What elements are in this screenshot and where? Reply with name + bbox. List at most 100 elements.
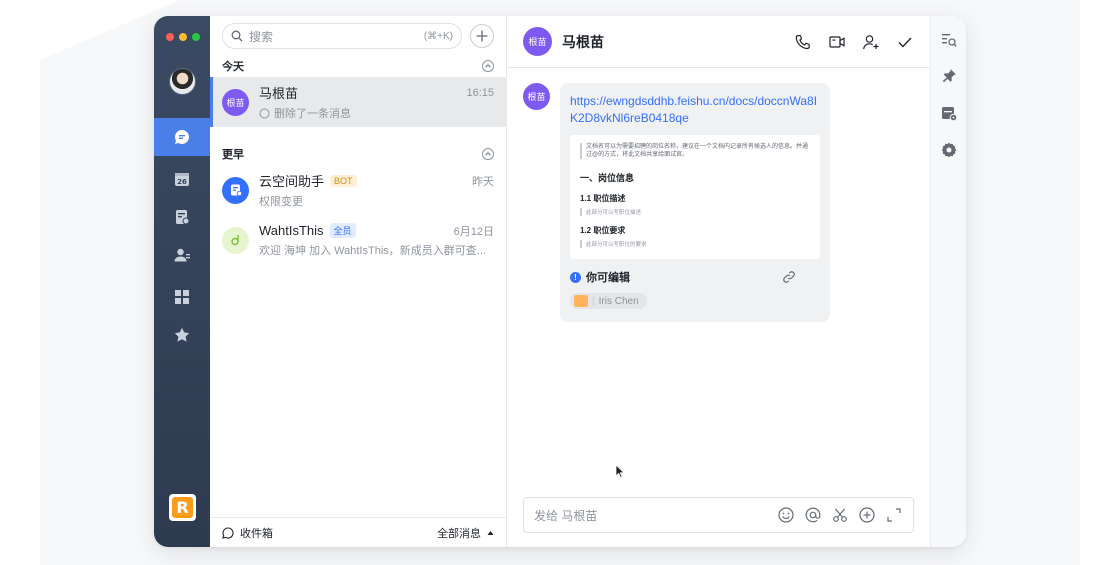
chat-name-wrap: WahtIsThis 全员 <box>259 223 356 238</box>
caret-up-icon <box>487 530 494 535</box>
chat-preview: 删除了一条消息 <box>274 108 351 120</box>
owner-divider: | <box>592 295 595 307</box>
header-actions <box>794 33 914 51</box>
new-chat-button[interactable] <box>470 24 494 48</box>
doc-heading-2b: 1.2 职位要求 <box>580 226 626 235</box>
video-icon[interactable] <box>828 33 846 51</box>
info-icon: ! <box>570 271 581 283</box>
message-composer[interactable]: 发给 马根苗 <box>523 497 914 533</box>
contacts-icon <box>174 248 190 262</box>
rail-apps-button[interactable] <box>154 278 210 316</box>
add-member-icon[interactable] <box>862 33 880 51</box>
emoji-icon[interactable] <box>777 506 795 524</box>
phone-icon[interactable] <box>794 33 812 51</box>
logo-mark-icon: R <box>172 497 193 518</box>
owner-avatar-icon <box>574 295 588 307</box>
section-today: 今天 <box>222 57 494 75</box>
doc-link[interactable]: https://ewngdsddhb.feishu.cn/docs/doccnW… <box>570 93 820 127</box>
search-placeholder: 搜索 <box>249 29 274 44</box>
composer-actions <box>777 506 903 524</box>
calendar-icon: 26 <box>175 173 189 186</box>
owner-chip[interactable]: | Iris Chen <box>570 293 647 309</box>
collapse-earlier-button[interactable] <box>482 148 494 160</box>
rail-contacts-button[interactable] <box>154 236 210 274</box>
composer-placeholder: 发给 马根苗 <box>534 508 598 523</box>
doc-paragraph-a: 此部分可以写职位描述 <box>580 208 810 216</box>
pin-icon[interactable] <box>940 67 958 85</box>
doc-paragraph-b: 此部分可以写职位的要求 <box>580 240 810 248</box>
section-earlier-label: 更早 <box>222 149 244 161</box>
rail-favorites-button[interactable] <box>154 316 210 354</box>
doc-preview-card[interactable]: 文档名可以为需要招聘的岗位名称，建议在一个文档内记录所有候选人的信息。并通过@的… <box>570 135 820 259</box>
inbox-chat-icon <box>222 526 234 539</box>
inbox-button[interactable]: 收件箱 <box>222 525 273 541</box>
window-controls <box>166 33 200 41</box>
scissors-icon[interactable] <box>831 506 849 524</box>
doc-footer: ! 你可编辑 <box>570 269 820 285</box>
message-item: 根苗 https://ewngdsddhb.feishu.cn/docs/doc… <box>523 83 830 322</box>
chat-main: 马根苗 16:15 删除了一条消息 <box>259 83 494 121</box>
user-avatar[interactable] <box>169 68 196 95</box>
chat-top: WahtIsThis 全员 6月12日 <box>259 223 494 239</box>
doc-note: 文档名可以为需要招聘的岗位名称，建议在一个文档内记录所有候选人的信息。并通过@的… <box>580 143 810 159</box>
chat-preview: 欢迎 海坤 加入 WahtIsThis，新成员入群可查... <box>259 244 486 257</box>
chat-name-wrap: 云空间助手 BOT <box>259 171 357 190</box>
maximize-window-button[interactable] <box>192 33 200 41</box>
chat-main: WahtIsThis 全员 6月12日 欢迎 海坤 加入 WahtIsThis，… <box>259 223 494 258</box>
section-today-label: 今天 <box>222 61 244 73</box>
search-row: 搜索 (⌘+K) <box>222 23 494 49</box>
chat-row-0[interactable]: 根苗 马根苗 16:15 删除了一条消息 <box>210 77 506 127</box>
rail-docs-button[interactable] <box>154 198 210 236</box>
minimize-window-button[interactable] <box>179 33 187 41</box>
chat-name: WahtIsThis <box>259 223 324 238</box>
rail-chat-button[interactable] <box>154 118 210 156</box>
star-icon <box>174 327 190 342</box>
chat-row-2[interactable]: WahtIsThis 全员 6月12日 欢迎 海坤 加入 WahtIsThis，… <box>210 215 506 265</box>
calendar-settings-icon[interactable] <box>940 104 958 122</box>
chat-time: 16:15 <box>466 86 494 99</box>
chat-preview-row: 欢迎 海坤 加入 WahtIsThis，新成员入群可查... <box>259 242 494 258</box>
chat-preview-row: 删除了一条消息 <box>259 105 494 121</box>
conversation-title: 马根苗 <box>562 33 604 50</box>
rail-calendar-button[interactable]: 26 <box>154 160 210 198</box>
search-input[interactable]: 搜索 (⌘+K) <box>222 23 462 49</box>
doc-heading-2a: 1.1 职位描述 <box>580 194 626 203</box>
chat-avatar <box>222 226 249 254</box>
search-list-icon[interactable] <box>940 31 958 49</box>
app-logo[interactable]: R <box>169 494 196 521</box>
docs-icon <box>176 210 190 225</box>
chevron-up-icon <box>485 152 491 156</box>
check-icon[interactable] <box>896 33 914 51</box>
chat-top: 马根苗 16:15 <box>259 83 494 102</box>
group-logo-icon <box>230 235 239 246</box>
permission-indicator[interactable]: ! 你可编辑 <box>570 269 630 285</box>
message-bubble: https://ewngdsddhb.feishu.cn/docs/doccnW… <box>560 83 830 322</box>
list-footer: 收件箱 全部消息 <box>210 517 506 547</box>
all-members-badge: 全员 <box>329 223 356 238</box>
chat-time: 昨天 <box>472 175 494 188</box>
chat-avatar <box>222 176 249 204</box>
sender-avatar[interactable]: 根苗 <box>523 83 550 110</box>
chat-time: 6月12日 <box>453 225 494 238</box>
link-icon[interactable] <box>782 270 796 284</box>
chat-row-1[interactable]: 云空间助手 BOT 昨天 权限变更 <box>210 165 506 215</box>
close-window-button[interactable] <box>166 33 174 41</box>
collapse-today-button[interactable] <box>482 60 494 72</box>
left-rail: 26 R <box>154 16 210 547</box>
cloud-doc-icon <box>230 184 242 197</box>
plus-icon <box>476 30 488 42</box>
conversation-avatar[interactable]: 根苗 <box>523 27 552 56</box>
chat-icon <box>175 130 190 144</box>
expand-icon[interactable] <box>885 506 903 524</box>
chat-preview: 权限变更 <box>259 196 303 208</box>
permission-label: 你可编辑 <box>586 272 630 284</box>
chat-main: 云空间助手 BOT 昨天 权限变更 <box>259 171 494 209</box>
message-filter-dropdown[interactable]: 全部消息 <box>437 525 494 541</box>
mention-icon[interactable] <box>804 506 822 524</box>
gear-icon[interactable] <box>940 141 958 159</box>
side-tools <box>930 16 966 547</box>
plus-circle-icon[interactable] <box>858 506 876 524</box>
mouse-cursor-icon <box>615 464 625 479</box>
chat-top: 云空间助手 BOT 昨天 <box>259 171 494 190</box>
owner-name: Iris Chen <box>598 295 639 307</box>
